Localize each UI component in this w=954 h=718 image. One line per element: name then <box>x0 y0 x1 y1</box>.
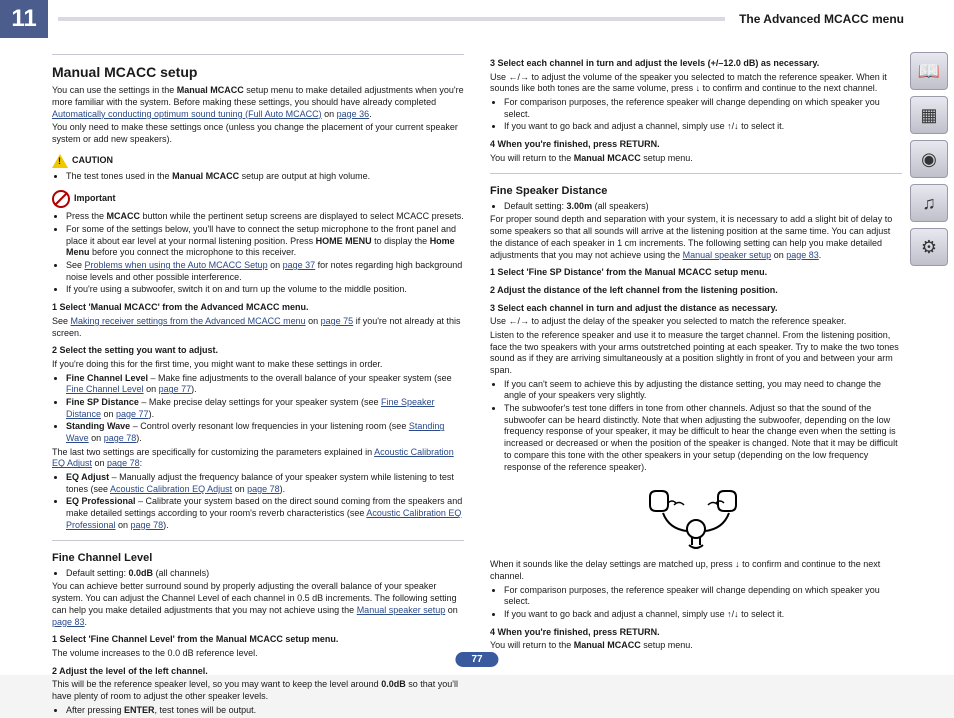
link-auto-mcacc[interactable]: Automatically conducting optimum sound t… <box>52 109 322 119</box>
page-header: 11 The Advanced MCACC menu <box>0 0 954 38</box>
link-page-75[interactable]: page 75 <box>321 316 354 326</box>
link-problems[interactable]: Problems when using the Auto MCACC Setup <box>85 260 268 270</box>
page-number-badge: 77 <box>455 652 498 667</box>
globe-icon[interactable]: ◉ <box>910 140 948 178</box>
r-step-3-item: For comparison purposes, the reference s… <box>504 97 902 120</box>
link-page-77[interactable]: page 77 <box>159 384 192 394</box>
link-page-77[interactable]: page 77 <box>116 409 149 419</box>
h2-fine-channel: Fine Channel Level <box>52 551 464 565</box>
book-icon[interactable]: 📖 <box>910 52 948 90</box>
caution-icon <box>52 154 68 168</box>
body-columns: Manual MCACC setup You can use the setti… <box>0 38 954 718</box>
default-item: Default setting: 3.00m (all speakers) <box>504 201 902 213</box>
step-1-body: See Making receiver settings from the Ad… <box>52 316 464 339</box>
power-icon[interactable]: ⚙ <box>910 228 948 266</box>
link-page-83[interactable]: page 83 <box>52 617 85 627</box>
r-step-3: 3 Select each channel in turn and adjust… <box>490 58 902 70</box>
fcl-step-1-body: The volume increases to the 0.0 dB refer… <box>52 648 464 660</box>
fcl-body: You can achieve better surround sound by… <box>52 581 464 628</box>
link-page-78[interactable]: page 78 <box>104 433 137 443</box>
step-2-outro: The last two settings are specifically f… <box>52 447 464 470</box>
h1-manual-mcacc: Manual MCACC setup <box>52 63 464 81</box>
link-eq-adjust-2[interactable]: Acoustic Calibration EQ Adjust <box>110 484 232 494</box>
step-1: 1 Select 'Manual MCACC' from the Advance… <box>52 302 464 314</box>
fsd-step-2: 2 Adjust the distance of the left channe… <box>490 285 902 297</box>
intro-2: You only need to make these settings onc… <box>52 122 464 145</box>
fsd-step-3-body: Use ←/→ to adjust the delay of the speak… <box>490 316 902 328</box>
link-page-78[interactable]: page 78 <box>107 458 140 468</box>
right-column: 3 Select each channel in turn and adjust… <box>490 46 902 718</box>
setting-item: Fine SP Distance – Make precise delay se… <box>66 397 464 420</box>
important-icon <box>52 190 70 208</box>
step-2-intro: If you're doing this for the first time,… <box>52 359 464 371</box>
link-page-36[interactable]: page 36 <box>337 109 370 119</box>
step-2: 2 Select the setting you want to adjust. <box>52 345 464 357</box>
music-icon[interactable]: ♫ <box>910 184 948 222</box>
manual-page: 11 The Advanced MCACC menu 📖 ▦ ◉ ♫ ⚙ Man… <box>0 0 954 675</box>
default-item: Default setting: 0.0dB (all channels) <box>66 568 464 580</box>
fsd-step-4: 4 When you're finished, press RETURN. <box>490 627 902 639</box>
link-page-37[interactable]: page 37 <box>283 260 316 270</box>
link-page-83[interactable]: page 83 <box>786 250 819 260</box>
fsd-step-3: 3 Select each channel in turn and adjust… <box>490 303 902 315</box>
link-page-78[interactable]: page 78 <box>131 520 164 530</box>
fsd-step-3-body2: Listen to the reference speaker and use … <box>490 330 902 377</box>
important-item: Press the MCACC button while the pertine… <box>66 211 464 223</box>
important-item: If you're using a subwoofer, switch it o… <box>66 284 464 296</box>
caution-heading: CAUTION <box>52 154 464 168</box>
link-manual-speaker[interactable]: Manual speaker setup <box>357 605 446 615</box>
r-step-4: 4 When you're finished, press RETURN. <box>490 139 902 151</box>
link-advanced-menu[interactable]: Making receiver settings from the Advanc… <box>71 316 306 326</box>
header-rule <box>58 17 725 21</box>
fsd-after-item: For comparison purposes, the reference s… <box>504 585 902 608</box>
chapter-number: 11 <box>0 0 48 38</box>
intro-1: You can use the settings in the Manual M… <box>52 85 464 120</box>
fcl-step-1: 1 Select 'Fine Channel Level' from the M… <box>52 634 464 646</box>
fsd-step-4-body: You will return to the Manual MCACC setu… <box>490 640 902 652</box>
important-item: See Problems when using the Auto MCACC S… <box>66 260 464 283</box>
setting-item: Fine Channel Level – Make fine adjustmen… <box>66 373 464 396</box>
left-column: Manual MCACC setup You can use the setti… <box>52 46 464 718</box>
important-item: For some of the settings below, you'll h… <box>66 224 464 259</box>
fcl-step-2-body: This will be the reference speaker level… <box>52 679 464 702</box>
setting-item: Standing Wave – Control overly resonant … <box>66 421 464 444</box>
section-title: The Advanced MCACC menu <box>739 12 904 26</box>
r-step-4-body: You will return to the Manual MCACC setu… <box>490 153 902 165</box>
h2-fine-distance: Fine Speaker Distance <box>490 184 902 198</box>
caution-item: The test tones used in the Manual MCACC … <box>66 171 464 183</box>
fsd-after-item: If you want to go back and adjust a chan… <box>504 609 902 621</box>
fcl-step-2: 2 Adjust the level of the left channel. <box>52 666 464 678</box>
link-manual-speaker-2[interactable]: Manual speaker setup <box>683 250 772 260</box>
listening-position-diagram <box>490 481 902 551</box>
setting-item: EQ Professional – Calibrate your system … <box>66 496 464 531</box>
r-step-3-item: If you want to go back and adjust a chan… <box>504 121 902 133</box>
r-step-3-body: Use ←/→ to adjust the volume of the spea… <box>490 72 902 95</box>
fsd-step-1: 1 Select 'Fine SP Distance' from the Man… <box>490 267 902 279</box>
sidebar-tabs: 📖 ▦ ◉ ♫ ⚙ <box>910 52 948 266</box>
setting-item: EQ Adjust – Manually adjust the frequenc… <box>66 472 464 495</box>
important-heading: Important <box>52 190 464 208</box>
fsd-body: For proper sound depth and separation wi… <box>490 214 902 261</box>
grid-icon[interactable]: ▦ <box>910 96 948 134</box>
fcl-step-2-item: After pressing ENTER, test tones will be… <box>66 705 464 717</box>
fsd-item: If you can't seem to achieve this by adj… <box>504 379 902 402</box>
link-page-78[interactable]: page 78 <box>247 484 280 494</box>
fsd-after: When it sounds like the delay settings a… <box>490 559 902 582</box>
fsd-item: The subwoofer's test tone differs in ton… <box>504 403 902 473</box>
link-fine-channel[interactable]: Fine Channel Level <box>66 384 144 394</box>
